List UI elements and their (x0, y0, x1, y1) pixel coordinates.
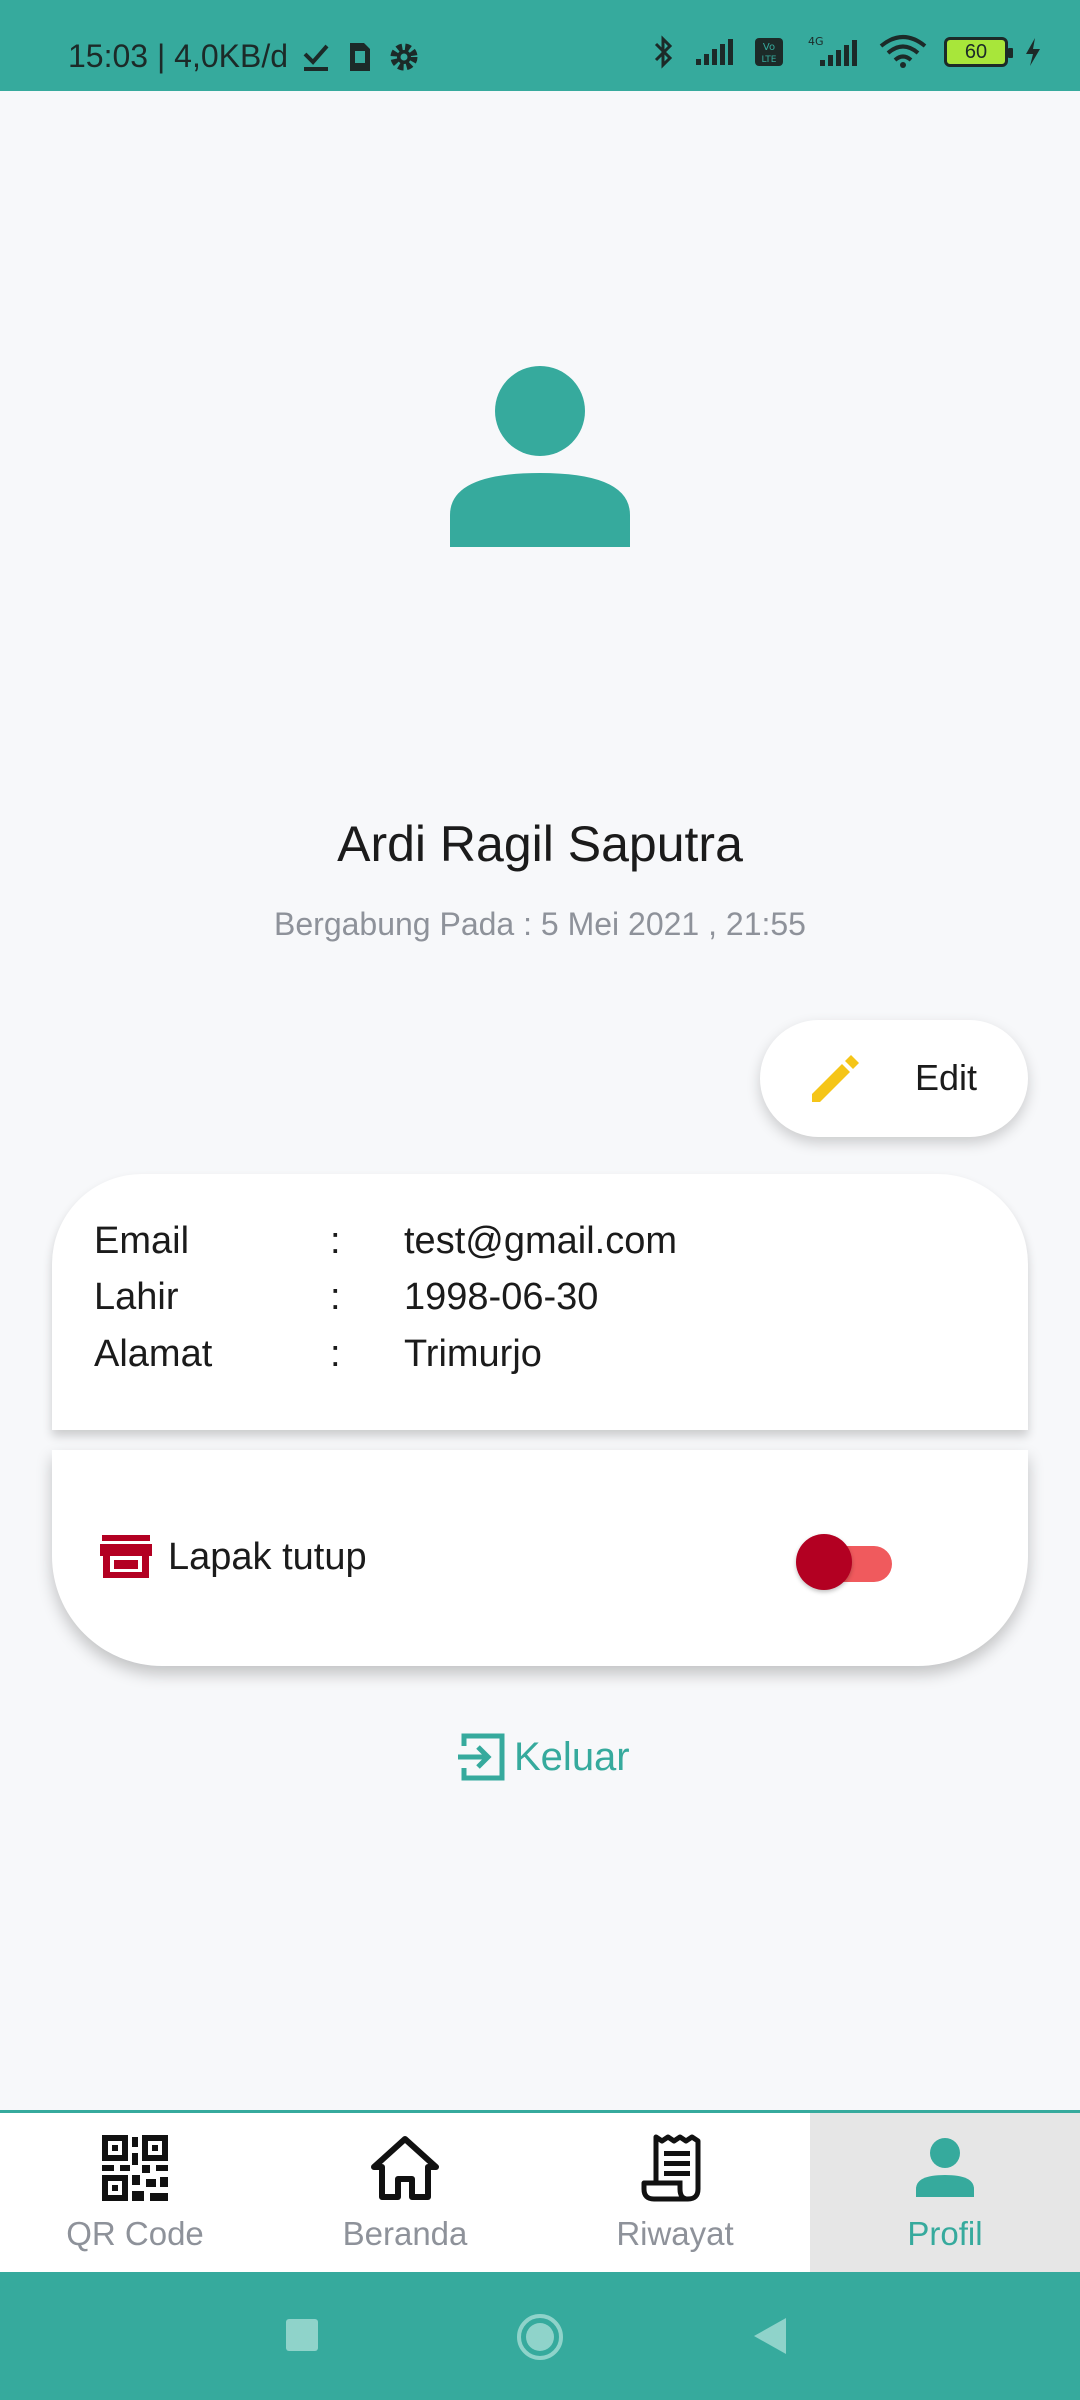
svg-text:Vo: Vo (763, 42, 775, 53)
logout-label: Keluar (514, 1734, 630, 1779)
qr-code-icon (102, 2135, 168, 2201)
nav-riwayat[interactable]: Riwayat (540, 2113, 810, 2272)
signal-icon (694, 37, 738, 67)
status-right: Vo LTE 4G 60 (650, 34, 1042, 70)
nav-label: Riwayat (616, 2215, 734, 2252)
info-separator: : (330, 1276, 341, 1318)
edit-label: Edit (915, 1057, 978, 1098)
info-key: Email (94, 1220, 190, 1262)
logout-button[interactable]: Keluar (454, 1730, 630, 1784)
info-value: Trimurjo (404, 1333, 542, 1375)
store-toggle-switch[interactable] (796, 1534, 894, 1590)
back-triangle-icon (754, 2318, 786, 2354)
info-row-address: Alamat : Trimurjo (94, 1333, 542, 1376)
circle-icon (517, 2314, 563, 2360)
info-card: Email : test@gmail.com Lahir : 1998-06-3… (52, 1174, 1028, 1430)
home-button[interactable] (515, 2312, 565, 2367)
pencil-icon (812, 1055, 859, 1102)
profile-name: Ardi Ragil Saputra (337, 816, 743, 872)
store-status-label: Lapak tutup (168, 1536, 367, 1578)
nav-label: Profil (907, 2215, 983, 2252)
recents-button[interactable] (285, 2318, 319, 2357)
system-navigation-bar (0, 2272, 1080, 2400)
toggle-thumb (796, 1534, 852, 1590)
info-key: Alamat (94, 1333, 213, 1375)
info-value: 1998-06-30 (404, 1276, 599, 1318)
logout-icon (458, 1733, 505, 1781)
battery-level: 60 (964, 40, 988, 63)
info-separator: : (330, 1333, 341, 1375)
nav-label: QR Code (66, 2215, 204, 2252)
person-icon (450, 366, 630, 547)
volte-icon: Vo LTE (754, 37, 784, 67)
check-icon (302, 42, 330, 72)
edit-button[interactable]: Edit (760, 1020, 1028, 1137)
joined-date: Bergabung Pada : 5 Mei 2021 , 21:55 (274, 906, 806, 942)
sim-icon (344, 41, 374, 73)
profile-avatar (448, 365, 632, 549)
charging-icon (1024, 37, 1042, 67)
nav-beranda[interactable]: Beranda (270, 2113, 540, 2272)
bluetooth-icon (650, 34, 678, 70)
svg-text:LTE: LTE (762, 55, 777, 65)
status-left: 15:03 | 4,0KB/d (68, 38, 420, 75)
battery-icon: 60 (944, 37, 1013, 67)
nav-label: Beranda (342, 2215, 468, 2252)
bottom-navigation: QR Code Beranda Riwayat Profil (0, 2110, 1080, 2272)
info-row-email: Email : test@gmail.com (94, 1220, 677, 1263)
info-key: Lahir (94, 1276, 179, 1318)
info-separator: : (330, 1220, 341, 1262)
store-icon (100, 1535, 152, 1578)
svg-text:4G: 4G (808, 35, 824, 48)
store-status-card: Lapak tutup (52, 1450, 1028, 1666)
nav-profil[interactable]: Profil (810, 2113, 1080, 2272)
home-icon (371, 2136, 439, 2200)
gear-icon (388, 41, 420, 73)
info-value: test@gmail.com (404, 1220, 677, 1262)
back-button[interactable] (752, 2316, 788, 2361)
info-row-birth: Lahir : 1998-06-30 (94, 1276, 598, 1319)
receipt-icon (641, 2134, 701, 2202)
status-bar: 15:03 | 4,0KB/d Vo LTE 4G 60 (0, 0, 1080, 91)
nav-qr-code[interactable]: QR Code (0, 2113, 270, 2272)
square-icon (286, 2319, 318, 2351)
wifi-icon (878, 34, 928, 70)
4g-signal-icon: 4G (800, 34, 862, 70)
status-time: 15:03 | 4,0KB/d (68, 38, 289, 74)
person-icon (916, 2138, 974, 2197)
